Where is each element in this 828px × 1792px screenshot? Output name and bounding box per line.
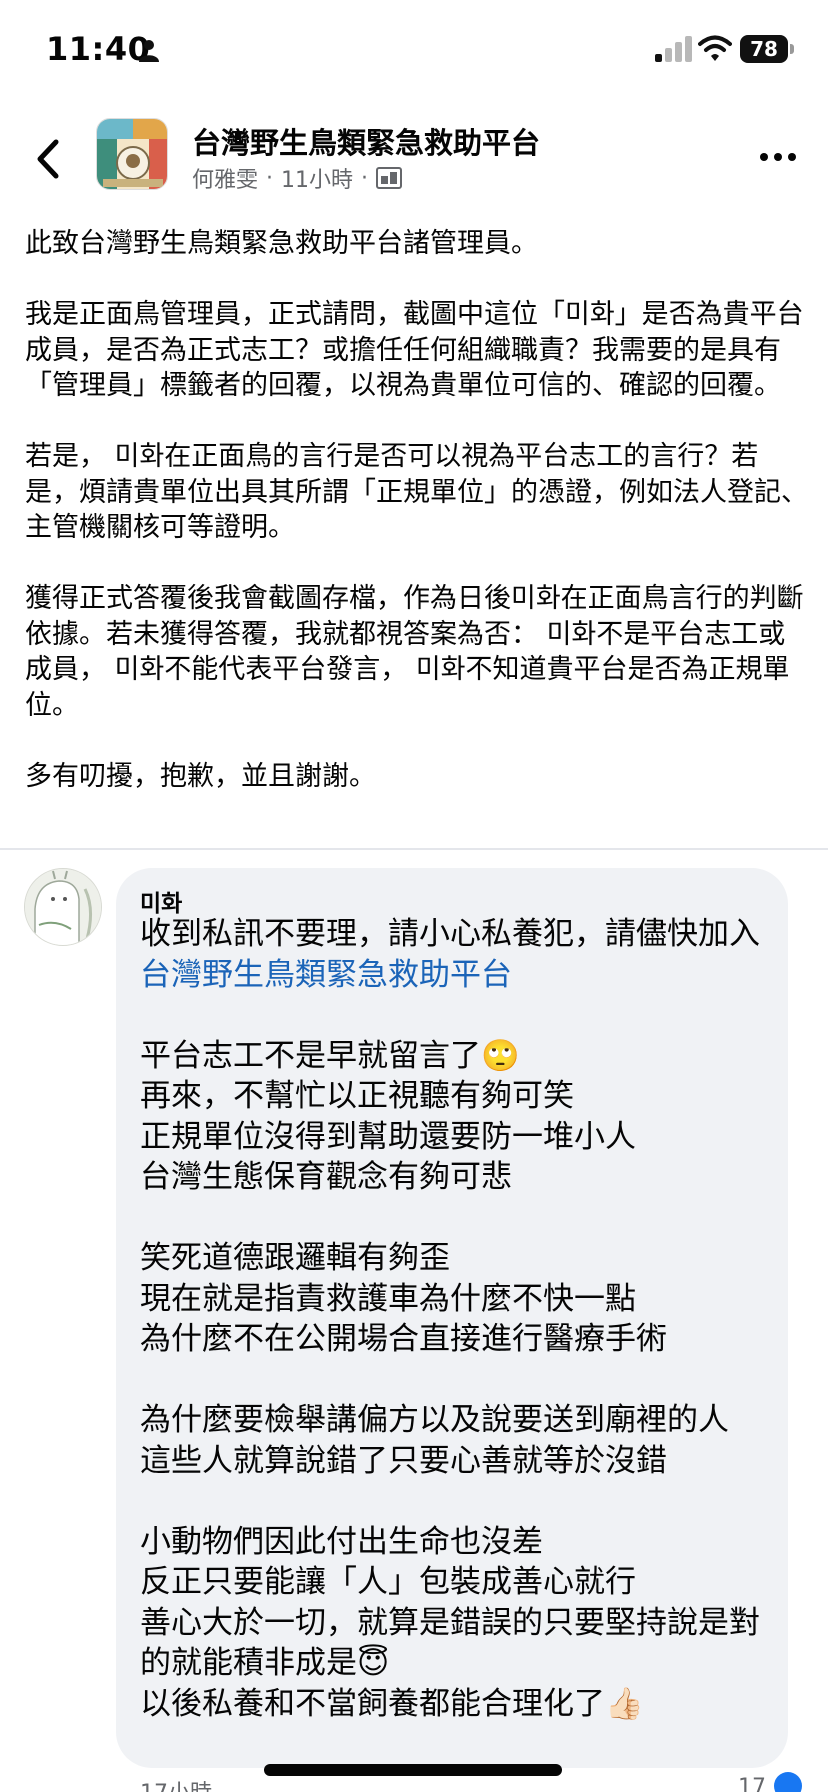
commenter-avatar[interactable] [24,868,102,946]
status-time: 11:40 [46,30,151,68]
comment-paragraph: 為什麼要檢舉講偏方以及說要送到廟裡的人 這些人就算說錯了只要心善就等於沒錯 [140,1402,729,1479]
commenter-avatar-image [25,869,101,945]
meta-separator: · [361,165,369,191]
comment-text: 收到私訊不要理，請小心私養犯，請儘快加入 台灣野生鳥類緊急救助平台 平台志工不是… [140,914,770,1765]
meta-separator: · [266,165,274,191]
battery-icon: 78 [740,35,788,63]
comment-paragraph: 平台志工不是早就留言了🙄 再來，不幫忙以正視聽有夠可笑 正規單位沒得到幫助還要防… [140,1037,636,1196]
comment-time: 17小時 [140,1775,212,1792]
wifi-icon [698,35,732,61]
comment-paragraph: 收到私訊不要理，請小心私養犯，請儘快加入 台灣野生鳥類緊急救助平台 [140,914,770,995]
group-avatar-image [97,119,167,189]
status-bar: 11:40 78 [0,0,828,100]
battery-nub [790,44,794,54]
post-paragraph: 多有叨擾，抱歉，並且謝謝。 [25,760,376,792]
post-author[interactable]: 何雅雯 [192,162,258,194]
comment-paragraph: 笑死道德跟邏輯有夠歪 現在就是指責救護車為什麼不快一點 為什麼不在公開場合直接進… [140,1240,667,1357]
more-icon[interactable] [758,150,798,164]
divider [0,848,828,850]
post-body: 此致台灣野生鳥類緊急救助平台諸管理員。 我是正面鳥管理員，正式請問，截圖中這位「… [25,226,810,794]
post-paragraph: 獲得正式答覆後我會截圖存檔，作為日後미화在正面鳥言行的判斷依據。若未獲得答覆，我… [25,583,804,721]
post-time[interactable]: 11小時 [281,162,353,194]
group-name[interactable]: 台灣野生鳥類緊急救助平台 [192,120,540,162]
person-icon [139,40,159,62]
post-paragraph: 我是正面鳥管理員，正式請問，截圖中這位「미화」是否為貴平台成員，是否為正式志工？… [25,299,804,401]
public-icon [376,167,403,189]
back-icon[interactable] [30,136,66,182]
comment-paragraph: 小動物們因此付出生命也沒差 反正只要能讓「人」包裝成善心就行 善心大於一切，就算… [140,1523,760,1722]
post-meta: 何雅雯 · 11小時 · [192,162,403,194]
post-paragraph: 此致台灣野生鳥類緊急救助平台諸管理員。 [25,228,538,259]
commenter-name[interactable]: 미화 [140,884,182,918]
signal-icon [655,36,692,62]
home-indicator[interactable] [264,1764,562,1776]
reaction-count[interactable]: 17 [738,1775,766,1792]
comment-line: 收到私訊不要理，請小心私養犯，請儘快加入 [140,916,760,952]
post-paragraph: 若是， 미화在正面鳥的言行是否可以視為平台志工的言行？若是，煩請貴單位出具其所謂… [25,441,808,543]
group-avatar[interactable] [96,118,168,190]
like-reaction-icon [774,1772,802,1792]
group-link[interactable]: 台灣野生鳥類緊急救助平台 [140,957,512,993]
